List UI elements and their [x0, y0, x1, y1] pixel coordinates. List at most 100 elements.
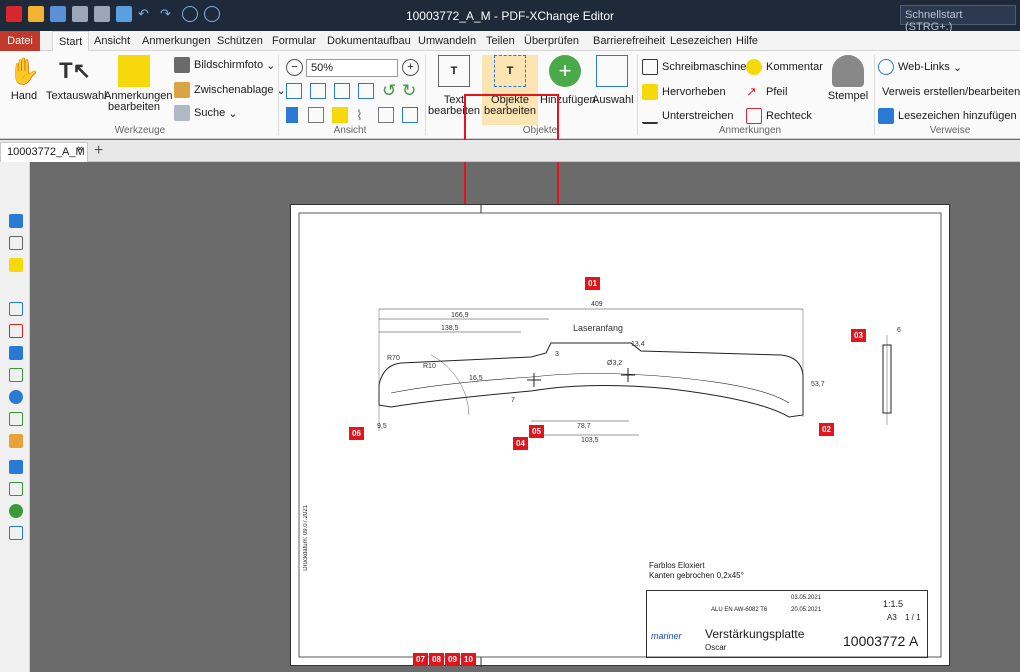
- tag-06[interactable]: 06: [349, 427, 364, 440]
- date-created: 03.05.2021: [791, 595, 822, 601]
- attachments-panel-icon[interactable]: [9, 280, 23, 294]
- menu-barrierefreiheit[interactable]: Barrierefreiheit: [593, 35, 665, 47]
- create-link-button[interactable]: Verweis erstellen/bearbeiten: [878, 83, 1020, 101]
- menu-datei[interactable]: Datei: [0, 31, 40, 51]
- pages-panel-icon[interactable]: [9, 236, 23, 250]
- tag-04[interactable]: 04: [513, 437, 528, 450]
- stamp-button[interactable]: Stempel: [826, 55, 870, 102]
- menu-dokumentaufbau[interactable]: Dokumentaufbau: [327, 35, 411, 47]
- quick-search-input[interactable]: Schnellstart (STRG+.): [900, 5, 1016, 33]
- web-links-button[interactable]: Web-Links ⌄: [878, 58, 962, 76]
- menu-schuetzen[interactable]: Schützen: [217, 35, 263, 47]
- dim-78: 78,7: [577, 423, 591, 430]
- rectangle-button[interactable]: Rechteck: [746, 107, 812, 125]
- content-panel-icon[interactable]: [9, 302, 23, 316]
- left-sidebar: [0, 162, 30, 672]
- selection-label: Auswahl: [592, 94, 634, 106]
- tag-09[interactable]: 09: [445, 653, 460, 666]
- menu-hilfe[interactable]: Hilfe: [736, 35, 758, 47]
- typewriter-button[interactable]: Schreibmaschine: [642, 58, 746, 76]
- comment-button[interactable]: Kommentar: [746, 58, 823, 76]
- annotation-edit-icon: [118, 55, 150, 87]
- rotate-left-icon[interactable]: ↺: [382, 81, 396, 101]
- bookmarks-icon[interactable]: [286, 107, 298, 123]
- separator: [874, 55, 875, 135]
- window-title: 10003772_A_M - PDF-XChange Editor: [405, 9, 615, 23]
- actual-size-icon[interactable]: [286, 83, 302, 99]
- add-bookmark-button[interactable]: Lesezeichen hinzufügen: [878, 107, 1017, 125]
- tag-08[interactable]: 08: [429, 653, 444, 666]
- tag-03[interactable]: 03: [851, 329, 866, 342]
- group-label-werkzeuge: Werkzeuge: [114, 125, 166, 136]
- comments-panel-icon[interactable]: [9, 258, 23, 272]
- dim-r10: R10: [423, 363, 436, 370]
- edit-annotations-button[interactable]: Anmerkungen bearbeiten: [104, 55, 173, 113]
- part-number: 10003772: [843, 633, 906, 649]
- zoom-in-button[interactable]: +: [402, 59, 419, 76]
- selection-button[interactable]: Auswahl: [592, 55, 634, 106]
- tags-panel-icon[interactable]: [9, 460, 23, 474]
- bookmarks-panel-icon[interactable]: [9, 214, 23, 228]
- fit-page-icon[interactable]: [310, 83, 326, 99]
- tag-07[interactable]: 07: [413, 653, 428, 666]
- signatures-panel-icon[interactable]: [9, 324, 23, 338]
- properties-panel-icon[interactable]: [9, 526, 23, 540]
- document-tab-bar: 10003772_A_M × +: [0, 140, 1020, 162]
- order-panel-icon[interactable]: [9, 482, 23, 496]
- attachments-icon[interactable]: ⌇: [356, 107, 372, 123]
- menu-ueberpruefen[interactable]: Überprüfen: [524, 35, 579, 47]
- underline-button[interactable]: Unterstreichen: [642, 107, 734, 125]
- menu-formular[interactable]: Formular: [272, 35, 316, 47]
- forms-icon[interactable]: [378, 107, 394, 123]
- new-tab-button[interactable]: +: [94, 142, 103, 160]
- destinations-panel-icon[interactable]: [9, 390, 23, 404]
- menu-start[interactable]: Start: [52, 31, 90, 52]
- clipboard-button[interactable]: Zwischenablage ⌄: [174, 81, 286, 99]
- zoom-out-button[interactable]: −: [286, 59, 303, 76]
- web-links-label: Web-Links: [898, 61, 950, 73]
- arrow-button[interactable]: ↗ Pfeil: [746, 83, 787, 101]
- hand-tool-button[interactable]: ✋ Hand: [4, 55, 44, 102]
- designer-name: Oscar: [705, 643, 727, 652]
- selection-icon: [596, 55, 628, 87]
- comments-icon[interactable]: [332, 107, 348, 123]
- fit-width-icon[interactable]: [334, 83, 350, 99]
- format: A3: [887, 613, 897, 622]
- fit-visible-icon[interactable]: [358, 83, 374, 99]
- close-icon[interactable]: ×: [77, 144, 83, 155]
- rotate-right-icon[interactable]: ↻: [402, 81, 416, 101]
- company-logo: mariner: [651, 631, 682, 641]
- menu-teilen[interactable]: Teilen: [486, 35, 515, 47]
- menu-umwandeln[interactable]: Umwandeln: [418, 35, 476, 47]
- accessibility-panel-icon[interactable]: [9, 504, 23, 518]
- tag-01[interactable]: 01: [585, 277, 600, 290]
- screenshot-button[interactable]: Bildschirmfoto ⌄: [174, 56, 275, 74]
- stamp-label: Stempel: [827, 90, 869, 102]
- tab-document[interactable]: 10003772_A_M ×: [0, 142, 88, 162]
- layers-icon[interactable]: [402, 107, 418, 123]
- separator: [278, 55, 279, 135]
- separator: [425, 55, 426, 135]
- dim-103: 103,5: [581, 437, 599, 444]
- highlight-button[interactable]: Hervorheben: [642, 83, 726, 101]
- zoom-level-input[interactable]: 50%: [306, 59, 398, 77]
- underline-label: Unterstreichen: [662, 110, 734, 122]
- finish-note: Farblos Eloxiert: [649, 561, 705, 570]
- scale: 1:1.5: [883, 599, 904, 609]
- rectangle-label: Rechteck: [766, 110, 812, 122]
- layers-panel-icon[interactable]: [9, 346, 23, 360]
- forms-panel-icon[interactable]: [9, 368, 23, 382]
- menu-ansicht[interactable]: Ansicht: [94, 35, 130, 47]
- tag-05[interactable]: 05: [529, 425, 544, 438]
- structure-panel-icon[interactable]: [9, 412, 23, 426]
- highlight-label: Hervorheben: [662, 86, 726, 98]
- search-button[interactable]: Suche ⌄: [174, 104, 237, 122]
- menu-lesezeichen[interactable]: Lesezeichen: [670, 35, 732, 47]
- text-select-button[interactable]: T↖ Textauswahl: [46, 55, 107, 102]
- links-panel-icon[interactable]: [9, 434, 23, 448]
- menu-anmerkungen[interactable]: Anmerkungen: [142, 35, 211, 47]
- laser-start-note: Laseranfang: [573, 323, 624, 333]
- tag-02[interactable]: 02: [819, 423, 834, 436]
- thumbnails-icon[interactable]: [308, 107, 324, 123]
- tag-10[interactable]: 10: [461, 653, 476, 666]
